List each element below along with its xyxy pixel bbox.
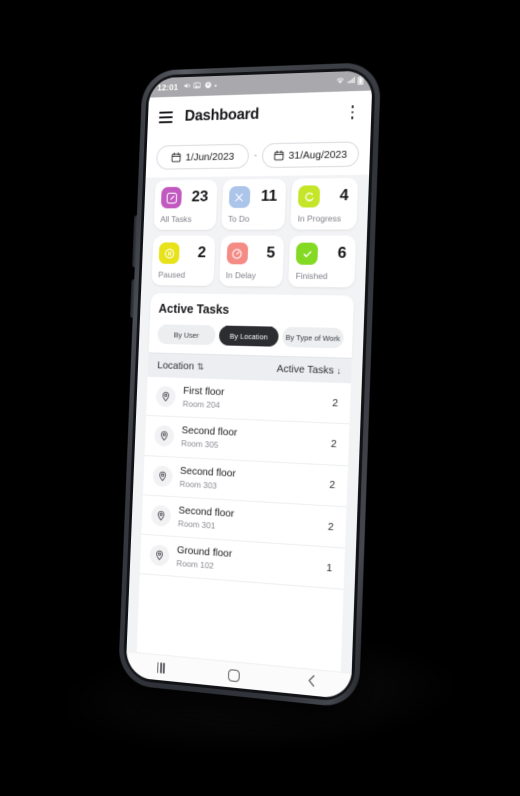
stat-top: 6	[296, 242, 349, 265]
image-icon	[193, 81, 201, 91]
back-icon[interactable]	[306, 673, 318, 693]
app-content: 1/Jun/2023 - 31/Aug/2023 23 All Tasks 11…	[126, 133, 371, 673]
sort-desc-icon: ↓	[336, 365, 342, 376]
stat-card-in-delay[interactable]: 5 In Delay	[218, 235, 285, 287]
screenshot-stage: 12:01 Dashboard 1/Jun/2023 - 31/Aug/2023…	[0, 0, 520, 796]
stat-card-all-tasks[interactable]: 23 All Tasks	[153, 179, 218, 230]
tools-icon	[228, 186, 251, 208]
start-date-value: 1/Jun/2023	[185, 150, 235, 163]
row-count: 2	[327, 520, 334, 533]
date-range-row: 1/Jun/2023 - 31/Aug/2023	[145, 133, 371, 178]
row-texts: Second floor Room 303	[179, 464, 322, 497]
segment-by-user[interactable]: By User	[157, 324, 216, 346]
check-icon	[296, 242, 319, 265]
row-count: 2	[332, 396, 339, 410]
stat-value: 2	[197, 244, 207, 262]
pause-circle-icon	[158, 242, 180, 264]
page-title: Dashboard	[184, 105, 260, 125]
phone-device: 12:01 Dashboard 1/Jun/2023 - 31/Aug/2023…	[117, 61, 382, 709]
phone-screen: 12:01 Dashboard 1/Jun/2023 - 31/Aug/2023…	[125, 70, 373, 700]
stat-value: 23	[191, 188, 209, 206]
calendar-icon	[171, 152, 182, 163]
kebab-menu-icon[interactable]	[345, 104, 360, 121]
gauge-icon	[226, 242, 249, 265]
column-label: Active Tasks	[276, 362, 335, 377]
grouping-segmented-control: By User By Location By Type of Work	[157, 324, 344, 349]
location-pin-icon	[149, 544, 170, 567]
privacy-icon	[204, 81, 212, 91]
stat-top: 5	[226, 242, 277, 265]
stat-card-finished[interactable]: 6 Finished	[288, 235, 357, 288]
status-spacer	[217, 82, 336, 86]
hamburger-icon[interactable]	[158, 111, 173, 124]
recents-icon[interactable]	[156, 662, 165, 674]
column-label: Location	[157, 359, 195, 373]
date-range-separator: -	[253, 150, 258, 162]
mute-icon	[183, 82, 191, 92]
row-count: 1	[326, 561, 333, 575]
home-icon[interactable]	[228, 668, 241, 682]
row-count: 2	[329, 478, 336, 492]
location-pin-icon	[152, 465, 173, 487]
status-right-icons	[336, 75, 364, 87]
stat-label: In Delay	[225, 270, 257, 281]
stat-label: In Progress	[297, 213, 342, 224]
end-date-value: 31/Aug/2023	[288, 148, 348, 162]
status-left-icons	[183, 81, 217, 92]
location-list[interactable]: First floor Room 204 2 Second floor Room…	[136, 376, 351, 672]
stat-card-in-progress[interactable]: 4 In Progress	[290, 177, 359, 230]
stat-value: 5	[266, 244, 276, 262]
device-scene: 12:01 Dashboard 1/Jun/2023 - 31/Aug/2023…	[0, 0, 520, 796]
row-texts: Second floor Room 305	[181, 425, 323, 457]
stats-grid: 23 All Tasks 11 To Do 4 In Progress 2 Pa…	[141, 175, 369, 294]
stat-top: 23	[160, 186, 211, 209]
dot-icon	[214, 84, 217, 87]
signal-icon	[347, 76, 355, 86]
panel-title: Active Tasks	[158, 301, 230, 317]
location-pin-icon	[150, 504, 172, 527]
battery-icon	[357, 75, 363, 86]
column-header-active-tasks[interactable]: Active Tasks ↓	[276, 363, 341, 377]
stat-label: To Do	[227, 213, 250, 224]
stat-top: 11	[228, 186, 279, 208]
segment-by-location[interactable]: By Location	[218, 325, 279, 347]
calendar-icon	[274, 150, 284, 161]
end-date-picker[interactable]: 31/Aug/2023	[261, 141, 360, 169]
stat-label: Finished	[295, 270, 328, 282]
row-texts: Ground floor Room 102	[176, 544, 319, 580]
row-count: 2	[330, 437, 337, 451]
stat-card-to-do[interactable]: 11 To Do	[220, 178, 287, 230]
stat-value: 4	[339, 187, 349, 205]
sort-both-icon: ⇅	[196, 361, 205, 372]
app-header: Dashboard	[147, 90, 373, 139]
stat-card-paused[interactable]: 2 Paused	[151, 235, 216, 286]
stat-label: All Tasks	[160, 214, 192, 224]
location-pin-icon	[154, 425, 175, 448]
stat-value: 6	[337, 244, 347, 262]
refresh-circle-icon	[298, 185, 321, 208]
stat-top: 4	[298, 185, 351, 208]
wifi-icon	[336, 76, 345, 86]
segment-by-type-of-work[interactable]: By Type of Work	[282, 326, 344, 349]
